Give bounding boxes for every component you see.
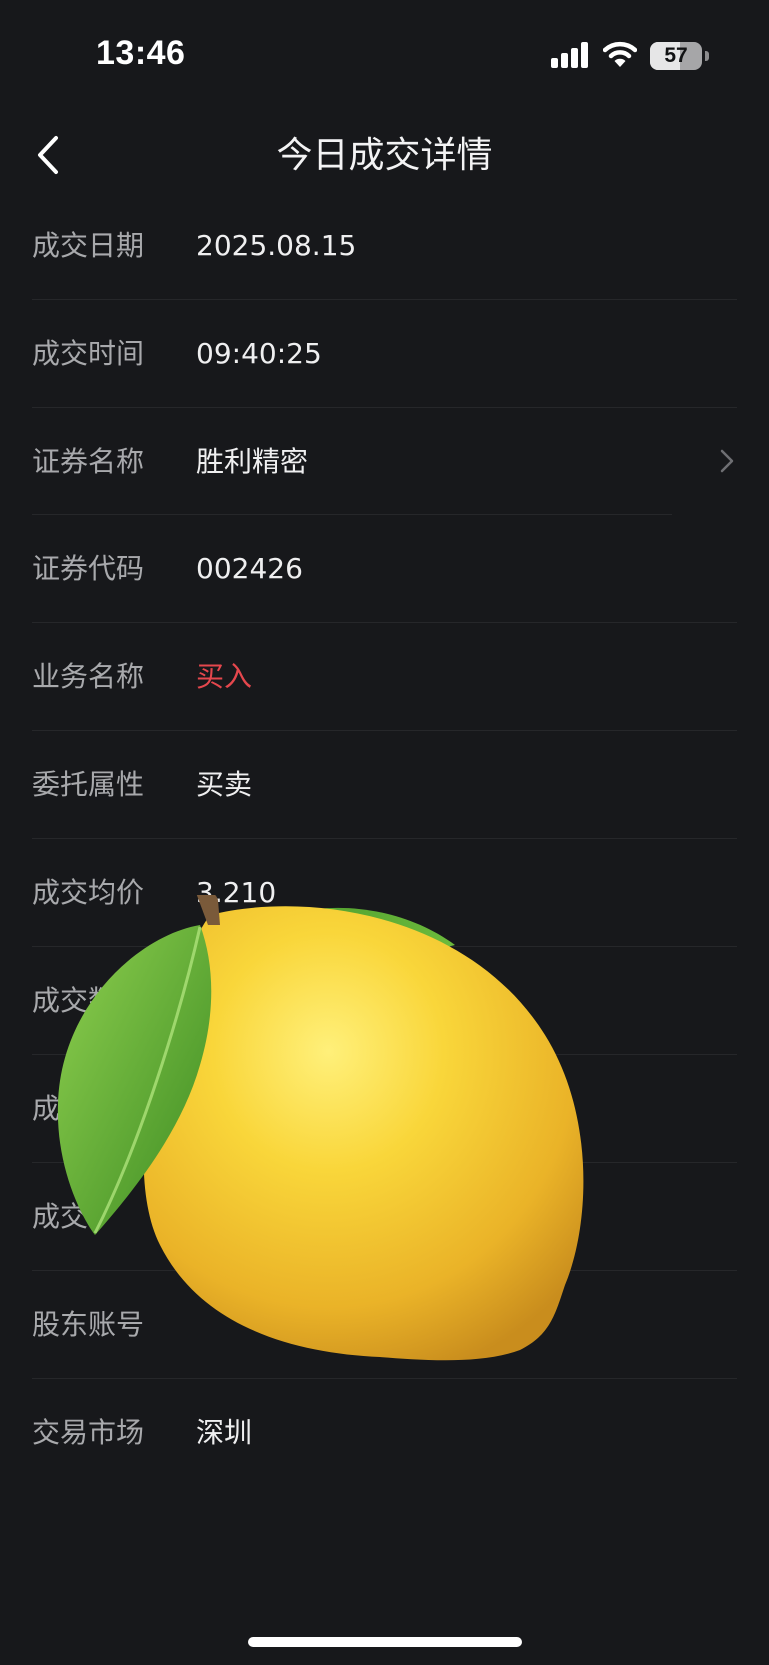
home-indicator[interactable] bbox=[248, 1637, 522, 1647]
row-label: 证券代码 bbox=[32, 552, 145, 585]
detail-row-security-name[interactable]: 证券名称 胜利精密 bbox=[32, 408, 737, 515]
battery-icon: 57 bbox=[650, 42, 710, 70]
detail-row-date: 成交日期 2025.08.15 bbox=[32, 192, 737, 300]
chevron-right-icon bbox=[720, 449, 734, 473]
detail-row-business: 业务名称 买入 bbox=[32, 623, 737, 731]
page-title: 今日成交详情 bbox=[276, 135, 493, 176]
row-label: 业务名称 bbox=[32, 660, 145, 693]
row-label: 委托属性 bbox=[32, 768, 145, 801]
row-label: 成交时间 bbox=[32, 337, 145, 370]
lemon-icon bbox=[57, 895, 584, 1361]
row-value: 买卖 bbox=[196, 768, 253, 801]
signal-bars-icon bbox=[551, 42, 588, 68]
row-value: 09:40:25 bbox=[196, 337, 322, 370]
row-value: 002426 bbox=[196, 552, 303, 585]
row-label: 成交日期 bbox=[32, 229, 145, 262]
detail-row-order-attribute: 委托属性 买卖 bbox=[32, 731, 737, 839]
row-value: 2025.08.15 bbox=[196, 229, 357, 262]
chevron-left-icon bbox=[38, 136, 58, 174]
status-time: 13:46 bbox=[96, 34, 186, 72]
row-value-buy: 买入 bbox=[196, 660, 253, 693]
battery-level: 57 bbox=[664, 44, 688, 67]
detail-row-time: 成交时间 09:40:25 bbox=[32, 300, 737, 408]
status-bar: 13:46 57 bbox=[0, 0, 769, 110]
detail-row-security-code: 证券代码 002426 bbox=[32, 515, 737, 623]
row-value: 胜利精密 bbox=[196, 445, 309, 478]
back-button[interactable] bbox=[26, 124, 76, 186]
row-label: 证券名称 bbox=[32, 445, 145, 478]
wifi-icon bbox=[603, 41, 637, 67]
